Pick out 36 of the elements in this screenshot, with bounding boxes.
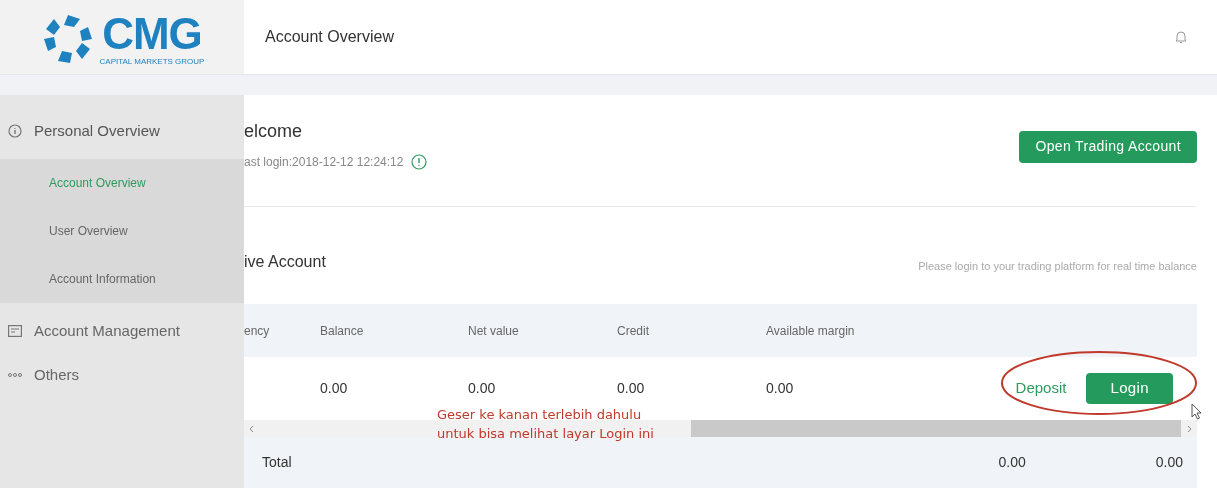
annotation-text: Geser ke kanan terlebih dahulu untuk bisa melihat layar Login ini [437, 406, 654, 443]
column-header: Available margin [766, 322, 856, 340]
sidebar-menu-item[interactable]: Personal Overview [0, 103, 244, 159]
table-cell-text: 0.00 [320, 379, 349, 398]
sidebar-submenu-item[interactable]: Account Information [0, 255, 244, 303]
total-label: Total [262, 453, 292, 472]
page-title: Account Overview [265, 27, 394, 47]
total-value: 0.00 [998, 453, 1026, 472]
scroll-left-icon[interactable] [248, 424, 256, 433]
column-header: ency [244, 322, 271, 340]
table-cell-text: 0.00 [468, 379, 497, 398]
mouse-cursor-icon [1191, 403, 1203, 421]
dots-icon [8, 373, 22, 377]
total-value: 0.00 [1155, 453, 1183, 472]
open-trading-account-button[interactable]: Open Trading Account [1019, 130, 1197, 163]
logo-wordmark: CMG [102, 12, 202, 56]
table-cell-text: 0.00 [617, 379, 646, 398]
live-account-heading: ive Account [244, 252, 326, 272]
sidebar-submenu-item[interactable]: User Overview [0, 207, 244, 255]
sidebar-submenu-item[interactable]: Account Overview [0, 159, 244, 207]
welcome-heading: elcome [244, 120, 304, 143]
column-header: Credit [617, 322, 650, 340]
deposit-link[interactable]: Deposit [1015, 377, 1067, 400]
scrollbar-thumb[interactable] [691, 420, 1181, 437]
scroll-right-icon[interactable] [1185, 424, 1193, 433]
logo-tagline: CAPITAL MARKETS GROUP [99, 58, 205, 66]
balance-hint-text: Please login to your trading platform for real time balance [918, 258, 1197, 274]
bell-icon[interactable] [1175, 30, 1187, 44]
card-icon [8, 325, 22, 337]
column-header: Net value [468, 322, 520, 340]
table-cell-text: 0.00 [766, 379, 795, 398]
last-login-text: ast login:2018-12-12 12:24:12 [244, 154, 404, 171]
login-button[interactable]: Login [1086, 373, 1173, 404]
info-icon [8, 124, 22, 138]
info-icon[interactable] [411, 154, 428, 170]
column-header: Balance [320, 322, 365, 340]
